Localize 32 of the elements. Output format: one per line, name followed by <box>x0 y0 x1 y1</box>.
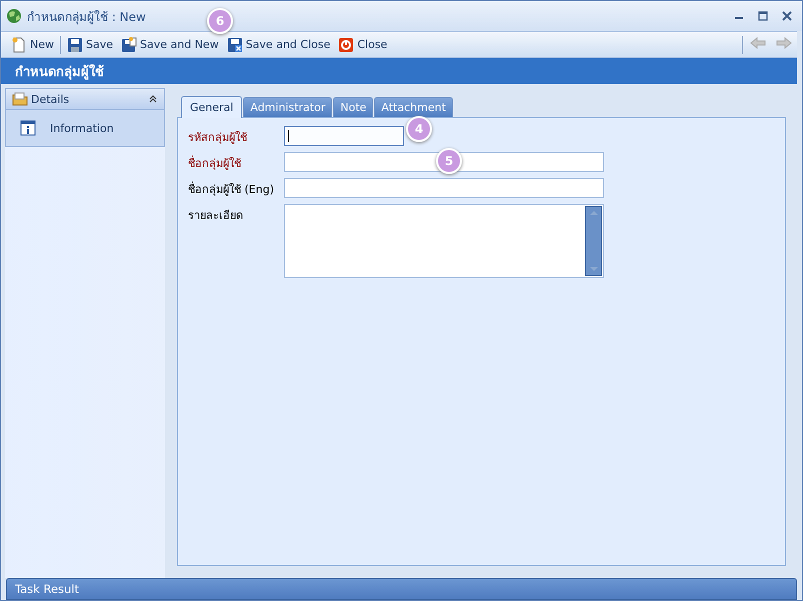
globe-icon <box>6 8 22 24</box>
scroll-up-icon[interactable] <box>588 210 598 216</box>
power-icon <box>338 36 354 52</box>
details-group-header[interactable]: Details <box>5 88 165 110</box>
field-label: ชื่อกลุ่มผู้ใช้ (Eng) <box>188 180 275 198</box>
save-close-button[interactable]: Save and Close <box>222 36 334 52</box>
scroll-down-icon[interactable] <box>588 266 598 272</box>
close-button[interactable]: Close <box>334 36 392 52</box>
input-field[interactable] <box>284 152 604 172</box>
folder-icon <box>12 92 28 106</box>
status-bar: Task Result <box>6 578 797 600</box>
input-field[interactable] <box>284 126 404 146</box>
text-area[interactable] <box>284 204 604 278</box>
save-new-icon <box>121 36 138 52</box>
save-button[interactable]: Save <box>63 36 118 52</box>
maximize-icon[interactable] <box>758 11 768 21</box>
chevron-icon[interactable] <box>148 94 158 104</box>
new-document-icon <box>11 36 27 52</box>
field-label: ชื่อกลุ่มผู้ใช้ <box>188 154 242 172</box>
form-header: กำหนดกลุ่มผู้ใช้ <box>1 58 797 84</box>
save-new-button[interactable]: Save and New <box>117 36 223 52</box>
input-field[interactable] <box>284 178 604 198</box>
tab[interactable]: General <box>181 96 242 118</box>
field-label: รายละเอียด <box>188 208 244 224</box>
new-button[interactable]: New <box>7 36 58 52</box>
sidebar-item[interactable]: Information <box>50 122 114 134</box>
field-label: รหัสกลุ่มผู้ใช้ <box>188 130 248 146</box>
close-icon[interactable] <box>782 11 792 21</box>
scrollbar[interactable] <box>585 206 602 276</box>
save-close-icon <box>226 36 243 52</box>
info-icon <box>20 120 36 136</box>
window-title: กำหนดกลุ่มผู้ใช้ : New <box>27 8 146 26</box>
